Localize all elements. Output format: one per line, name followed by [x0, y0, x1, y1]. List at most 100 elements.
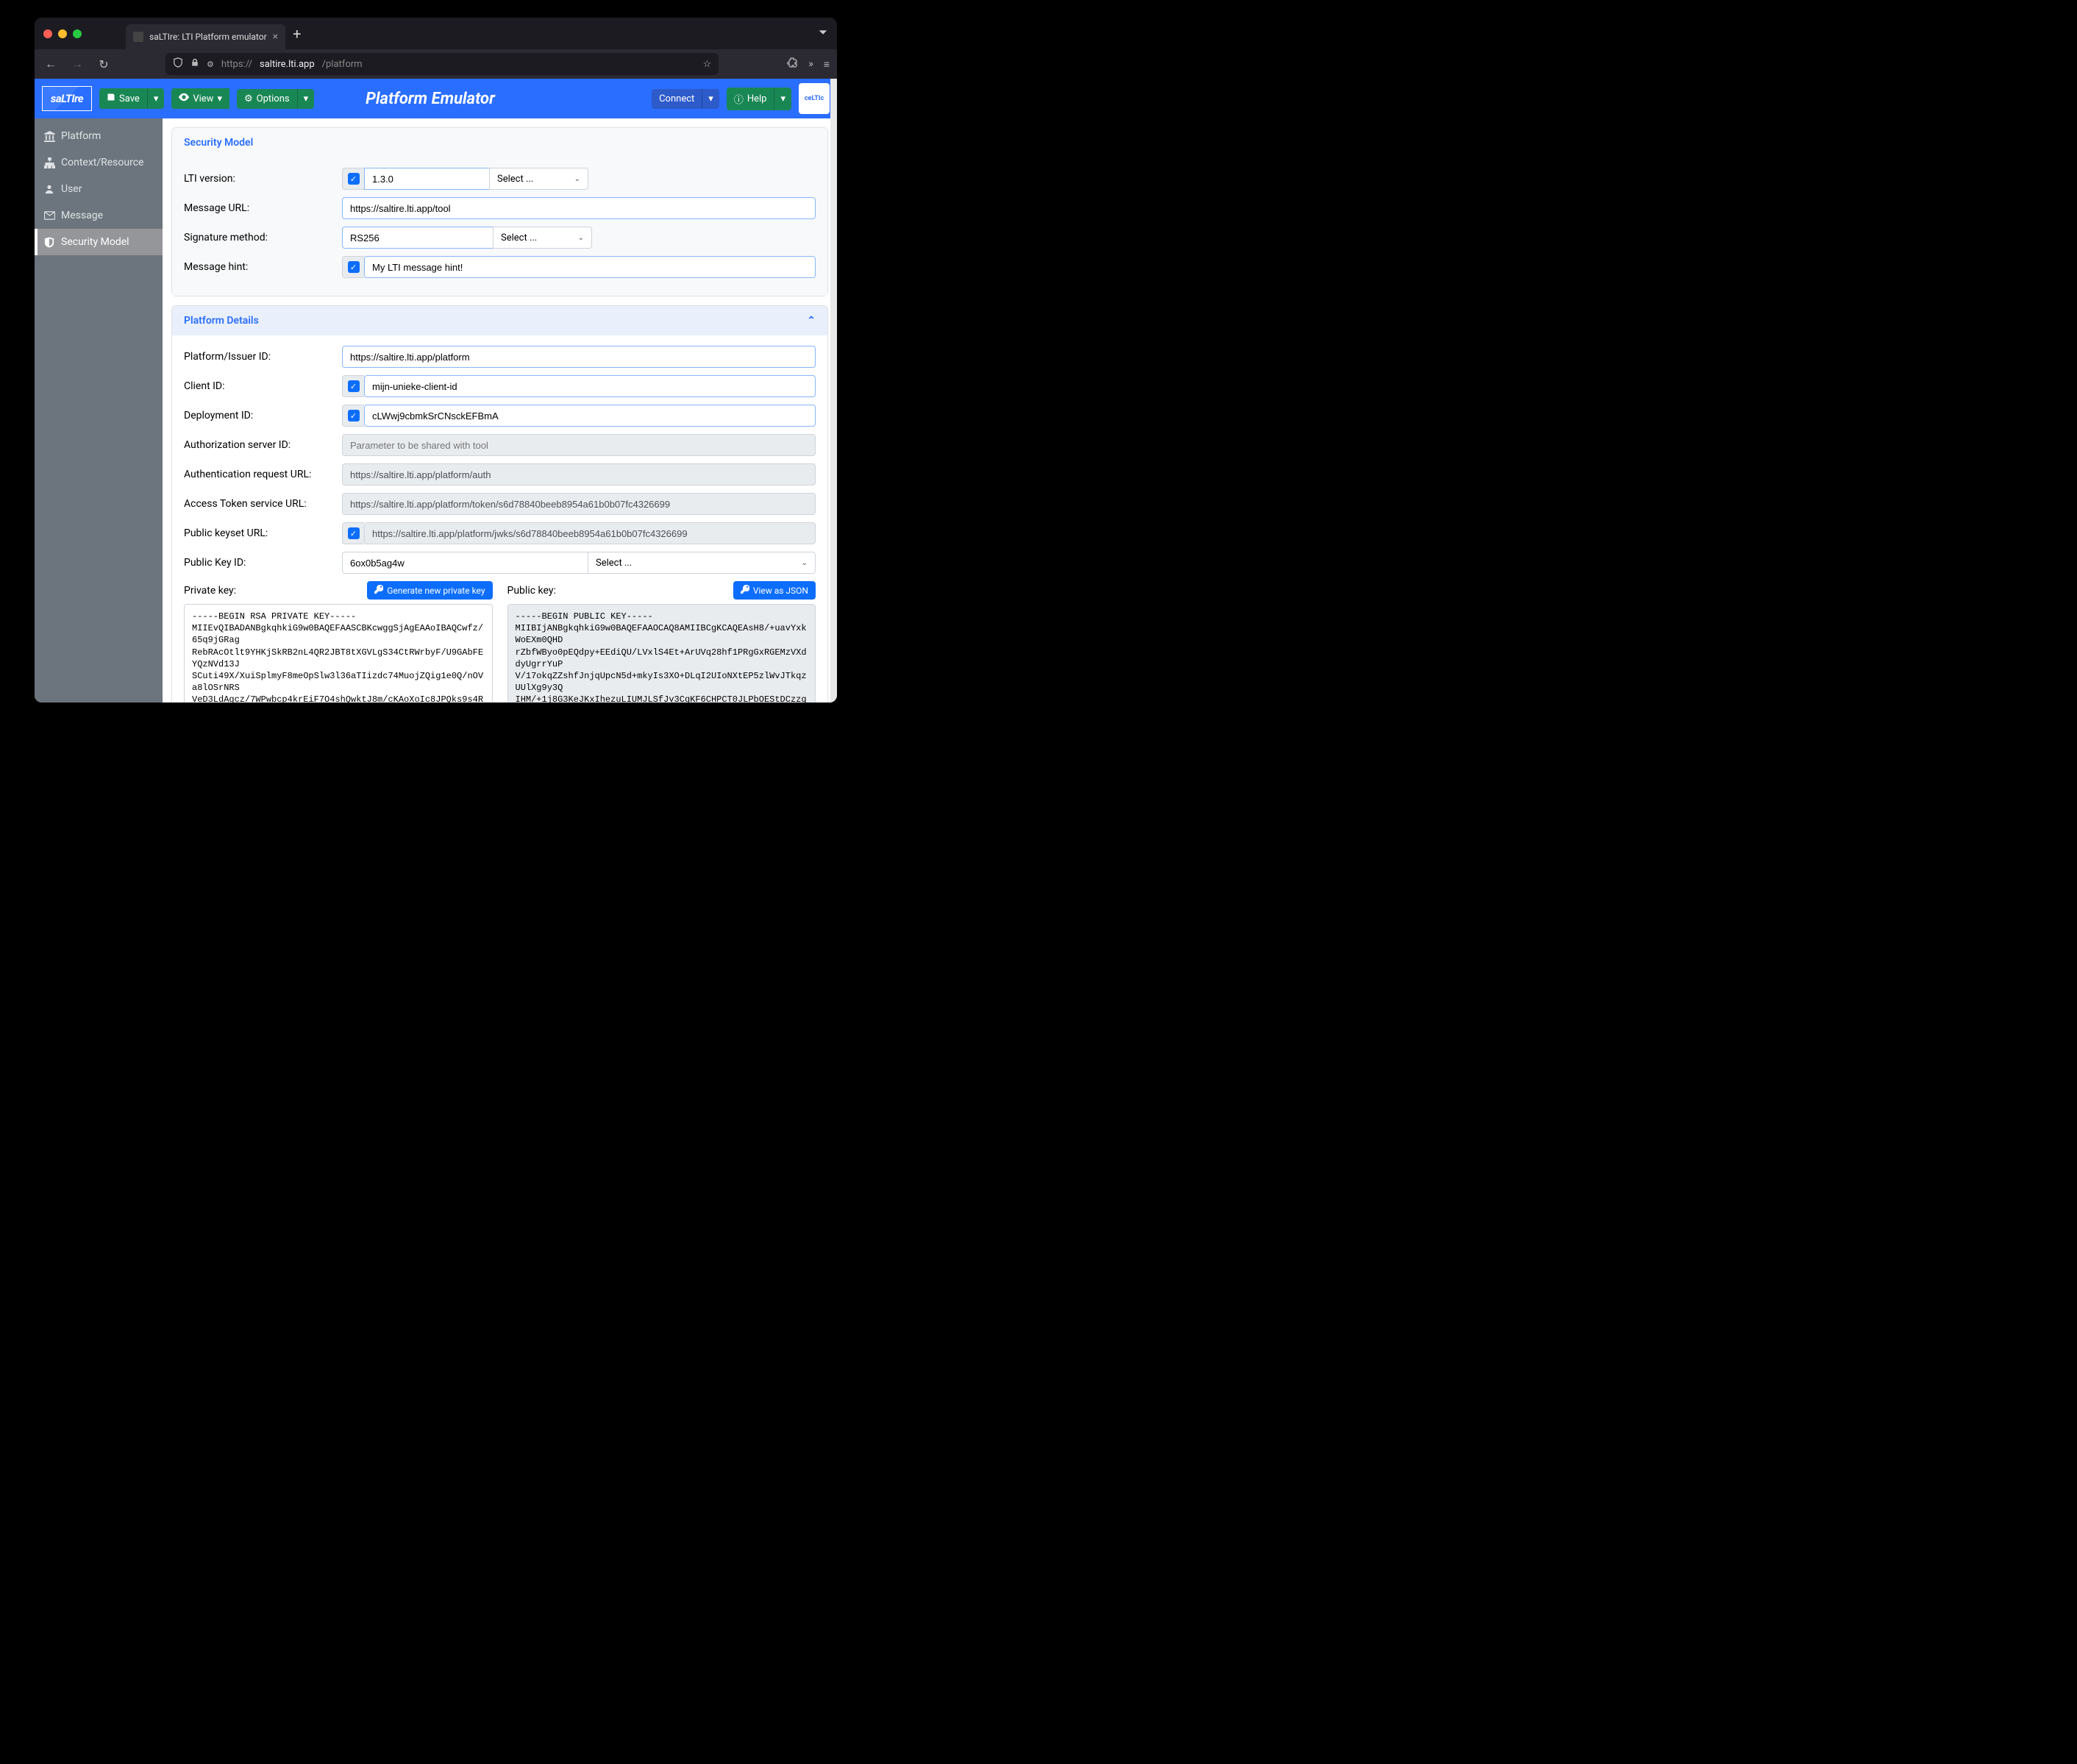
bank-icon — [43, 131, 55, 142]
message-hint-checkbox[interactable]: ✓ — [342, 256, 364, 278]
nav-label: User — [61, 183, 82, 195]
eye-icon — [179, 93, 189, 104]
scrollbar[interactable] — [830, 79, 837, 703]
lti-version-input[interactable] — [364, 168, 489, 190]
options-button[interactable]: ⚙ Options — [237, 89, 297, 109]
app-menu-button[interactable]: ≡ — [824, 58, 830, 71]
keyset-url-input — [364, 522, 816, 544]
security-heading: Security Model — [172, 128, 827, 157]
deploy-id-checkbox[interactable]: ✓ — [342, 405, 364, 427]
new-tab-button[interactable]: + — [293, 25, 301, 43]
chevron-down-icon: ⌄ — [574, 175, 580, 183]
sidebar-item-context[interactable]: Context/Resource — [35, 149, 163, 176]
message-hint-label: Message hint: — [184, 261, 342, 273]
url-protocol: https:// — [221, 59, 252, 70]
url-host: saltire.lti.app — [260, 59, 315, 70]
auth-server-input — [342, 434, 816, 456]
url-field[interactable]: ⚙ https:// saltire.lti.app/platform ☆ — [165, 53, 719, 75]
lti-version-select[interactable]: Select ... ⌄ — [489, 168, 588, 190]
keyset-url-label: Public keyset URL: — [184, 527, 342, 539]
help-button[interactable]: ⓘ Help — [727, 88, 774, 110]
sig-method-select[interactable]: Select ... ⌄ — [493, 227, 592, 249]
permissions-icon[interactable]: ⚙ — [207, 60, 214, 69]
deploy-id-input[interactable] — [364, 405, 816, 427]
celtic-logo[interactable]: ceLTIc — [799, 83, 830, 114]
connect-button[interactable]: Connect — [652, 89, 702, 109]
key-icon — [374, 585, 383, 596]
reload-button[interactable]: ↻ — [95, 57, 113, 71]
sidebar-item-security[interactable]: Security Model — [35, 229, 163, 255]
auth-server-label: Authorization server ID: — [184, 439, 342, 451]
lock-icon — [190, 58, 199, 70]
bookmark-star-icon[interactable]: ☆ — [703, 59, 712, 70]
browser-tab[interactable]: saLTIre: LTI Platform emulator × — [126, 24, 285, 49]
maximize-window-button[interactable] — [73, 29, 82, 38]
chevron-down-icon: ▾ — [217, 93, 222, 104]
nav-label: Message — [61, 210, 103, 221]
sidebar-item-message[interactable]: Message — [35, 202, 163, 229]
token-url-input — [342, 493, 816, 515]
nav-label: Context/Resource — [61, 157, 143, 168]
sitemap-icon — [43, 157, 55, 168]
key-id-select[interactable]: Select ... ⌄ — [588, 552, 816, 574]
sidebar-item-user[interactable]: User — [35, 176, 163, 202]
main-panel: Security Model LTI version: ✓ Select ... — [163, 118, 837, 703]
close-tab-button[interactable]: × — [273, 31, 278, 43]
generate-key-button[interactable]: Generate new private key — [367, 581, 492, 600]
client-id-label: Client ID: — [184, 380, 342, 392]
save-icon — [107, 93, 115, 104]
save-button[interactable]: Save — [99, 88, 147, 109]
help-dropdown-button[interactable]: ▾ — [774, 88, 791, 110]
public-key-textarea — [507, 604, 816, 703]
options-dropdown-button[interactable]: ▾ — [297, 89, 315, 109]
client-id-checkbox[interactable]: ✓ — [342, 375, 364, 397]
minimize-window-button[interactable] — [58, 29, 67, 38]
overflow-chevrons-icon[interactable]: » — [808, 58, 813, 70]
chevron-down-icon: ⌄ — [802, 559, 808, 567]
lti-version-checkbox[interactable]: ✓ — [342, 168, 364, 190]
private-key-label: Private key: — [184, 585, 236, 597]
sig-method-input[interactable] — [342, 227, 493, 249]
key-id-input[interactable] — [342, 552, 588, 574]
help-icon: ⓘ — [734, 92, 744, 106]
lti-version-label: LTI version: — [184, 173, 342, 185]
close-window-button[interactable] — [43, 29, 52, 38]
key-id-label: Public Key ID: — [184, 557, 342, 569]
url-toolbar: ← → ↻ ⚙ https:// saltire.lti.app/platform… — [35, 49, 837, 79]
auth-req-input — [342, 463, 816, 486]
token-url-label: Access Token service URL: — [184, 498, 342, 510]
sidebar-item-platform[interactable]: Platform — [35, 123, 163, 149]
message-url-input[interactable] — [342, 197, 816, 219]
save-dropdown-button[interactable]: ▾ — [147, 88, 165, 109]
titlebar: saLTIre: LTI Platform emulator × + — [35, 18, 837, 49]
key-icon — [741, 585, 749, 596]
connect-dropdown-button[interactable]: ▾ — [702, 89, 719, 109]
shield-icon — [173, 57, 183, 71]
issuer-input[interactable] — [342, 346, 816, 368]
forward-button[interactable]: → — [68, 57, 86, 71]
back-button[interactable]: ← — [42, 57, 60, 71]
sidebar: Platform Context/Resource User Message S… — [35, 118, 163, 703]
favicon-icon — [133, 32, 143, 42]
app-header: saLTIre Save ▾ View ▾ ⚙ Options — [35, 79, 837, 118]
issuer-label: Platform/Issuer ID: — [184, 351, 342, 363]
message-hint-input[interactable] — [364, 256, 816, 278]
tabs-dropdown-button[interactable] — [818, 27, 828, 40]
envelope-icon — [43, 211, 55, 220]
public-key-label: Public key: — [507, 585, 556, 597]
platform-details-card: Platform Details ⌃ Platform/Issuer ID: C… — [171, 305, 828, 703]
platform-details-header[interactable]: Platform Details ⌃ — [172, 306, 827, 335]
client-id-input[interactable] — [364, 375, 816, 397]
view-button[interactable]: View ▾ — [171, 88, 229, 109]
message-url-label: Message URL: — [184, 202, 342, 214]
private-key-textarea[interactable] — [184, 604, 493, 703]
view-json-button[interactable]: View as JSON — [733, 581, 816, 600]
user-icon — [43, 184, 55, 194]
gear-icon: ⚙ — [244, 93, 253, 104]
nav-label: Security Model — [61, 236, 129, 248]
chevron-down-icon: ⌄ — [578, 234, 584, 242]
extensions-icon[interactable] — [786, 57, 798, 71]
chevron-up-icon: ⌃ — [807, 315, 816, 327]
keyset-checkbox[interactable]: ✓ — [342, 522, 364, 544]
url-path: /platform — [322, 59, 363, 70]
